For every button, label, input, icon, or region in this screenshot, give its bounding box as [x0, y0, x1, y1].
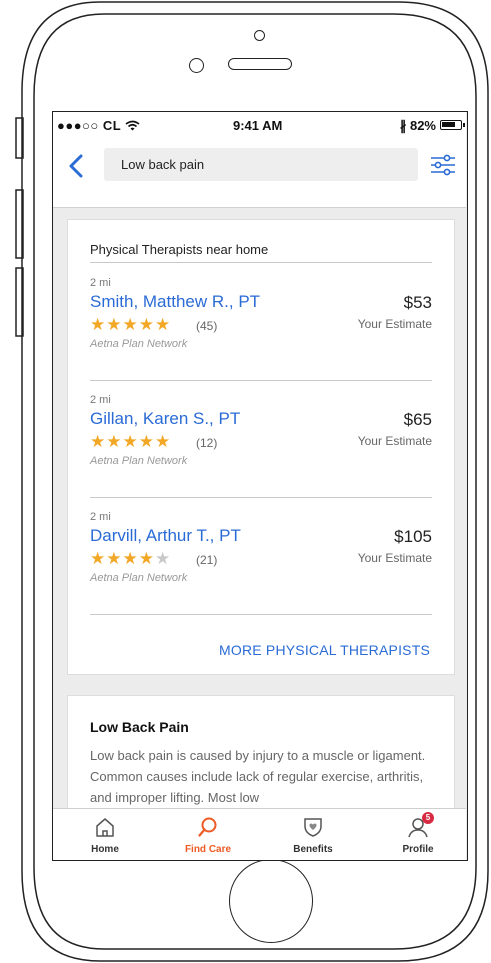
- price-estimate-label: Your Estimate: [357, 551, 432, 565]
- clock: 9:41 AM: [233, 118, 283, 133]
- price-estimate-label: Your Estimate: [357, 317, 432, 331]
- notification-badge: 5: [422, 812, 434, 824]
- star-filled-icon: ★: [90, 315, 107, 334]
- provider-name-link[interactable]: Darvill, Arthur T., PT: [90, 526, 241, 546]
- search-header: [53, 138, 466, 208]
- battery-percent: ∦ 82%: [399, 118, 436, 133]
- provider-row[interactable]: 2 mi Gillan, Karen S., PT $65 Your Estim…: [90, 381, 432, 481]
- star-rating: ★★★★★: [90, 550, 171, 567]
- tab-benefits[interactable]: Benefits: [273, 809, 353, 860]
- home-hardware-button[interactable]: [229, 859, 313, 943]
- earpiece-speaker: [228, 58, 292, 70]
- provider-row[interactable]: 2 mi Smith, Matthew R., PT $53 Your Esti…: [90, 264, 432, 364]
- provider-price: $105: [394, 527, 432, 546]
- filter-sliders-icon[interactable]: [430, 153, 456, 177]
- battery-fill: [442, 122, 456, 127]
- star-filled-icon: ★: [138, 549, 155, 568]
- tab-label: Benefits: [293, 844, 333, 855]
- provider-distance: 2 mi: [90, 394, 111, 406]
- plan-network: Aetna Plan Network: [90, 455, 188, 467]
- price-estimate-label: Your Estimate: [357, 434, 432, 448]
- provider-distance: 2 mi: [90, 511, 111, 523]
- plan-network: Aetna Plan Network: [90, 572, 188, 584]
- review-count: (45): [196, 319, 218, 333]
- star-filled-icon: ★: [138, 432, 155, 451]
- front-camera: [189, 58, 204, 73]
- star-filled-icon: ★: [90, 432, 107, 451]
- app-screen: ●●●○○ CL 9:41 AM ∦ 82% Low back pain Phy…: [52, 111, 468, 861]
- wifi-icon: [125, 120, 140, 131]
- bottom-tab-bar: Home Find Care Benefits 5 Profile: [53, 808, 466, 860]
- star-filled-icon: ★: [106, 549, 123, 568]
- plan-network: Aetna Plan Network: [90, 338, 188, 350]
- condition-description: Low back pain is caused by injury to a m…: [90, 748, 426, 805]
- provider-price: $65: [403, 410, 432, 429]
- tab-label: Home: [91, 844, 119, 855]
- home-icon: [96, 818, 114, 837]
- star-empty-icon: ★: [155, 549, 172, 568]
- star-filled-icon: ★: [155, 315, 172, 334]
- search-icon: [198, 817, 217, 837]
- more-therapists-link[interactable]: MORE PHYSICAL THERAPISTS: [219, 642, 430, 658]
- provider-distance: 2 mi: [90, 277, 111, 289]
- tab-find-care[interactable]: Find Care: [168, 809, 248, 860]
- tab-profile[interactable]: 5 Profile: [378, 809, 458, 860]
- carrier-signal: ●●●○○ CL: [57, 118, 140, 133]
- proximity-sensor: [254, 30, 265, 41]
- provider-name-link[interactable]: Gillan, Karen S., PT: [90, 409, 240, 429]
- star-rating: ★★★★★: [90, 433, 171, 450]
- search-input[interactable]: [104, 148, 418, 181]
- review-count: (12): [196, 436, 218, 450]
- star-rating: ★★★★★: [90, 316, 171, 333]
- results-scroll-area[interactable]: Physical Therapists near home 2 mi Smith…: [53, 208, 466, 808]
- star-filled-icon: ★: [122, 315, 139, 334]
- divider: [90, 614, 432, 615]
- star-filled-icon: ★: [122, 432, 139, 451]
- provider-name-link[interactable]: Smith, Matthew R., PT: [90, 292, 260, 312]
- tab-label: Profile: [402, 844, 434, 855]
- tab-label: Find Care: [184, 844, 232, 855]
- condition-title: Low Back Pain: [90, 719, 189, 735]
- review-count: (21): [196, 553, 218, 567]
- provider-row[interactable]: 2 mi Darvill, Arthur T., PT $105 Your Es…: [90, 498, 432, 598]
- star-filled-icon: ★: [155, 432, 172, 451]
- bluetooth-icon: ∦: [399, 118, 407, 133]
- star-filled-icon: ★: [122, 549, 139, 568]
- divider: [90, 262, 432, 263]
- condition-info-card: Low Back Pain Low back pain is caused by…: [67, 695, 455, 808]
- battery-icon: [440, 120, 465, 130]
- star-filled-icon: ★: [90, 549, 107, 568]
- star-filled-icon: ★: [138, 315, 155, 334]
- star-filled-icon: ★: [106, 432, 123, 451]
- provider-price: $53: [403, 293, 432, 312]
- tab-home[interactable]: Home: [65, 809, 145, 860]
- therapists-card: Physical Therapists near home 2 mi Smith…: [67, 219, 455, 675]
- star-filled-icon: ★: [106, 315, 123, 334]
- back-chevron-icon[interactable]: [65, 152, 89, 180]
- card-title: Physical Therapists near home: [90, 242, 269, 257]
- status-bar: ●●●○○ CL 9:41 AM ∦ 82%: [53, 112, 466, 138]
- shield-icon: [304, 818, 322, 837]
